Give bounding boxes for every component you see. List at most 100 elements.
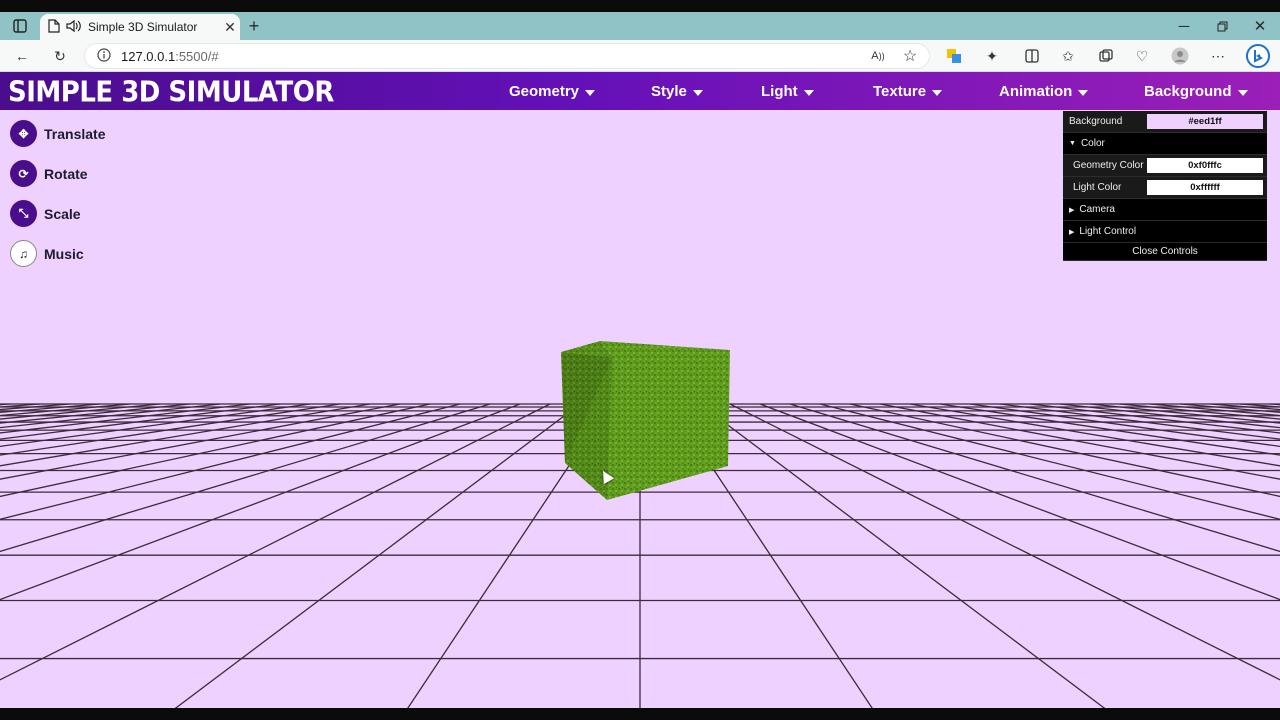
menu-label: Animation	[999, 83, 1073, 100]
music-label: Music	[44, 245, 84, 262]
triangle-down-icon: ▼	[1069, 140, 1076, 147]
grid-line	[0, 403, 521, 601]
grid-line	[0, 403, 431, 498]
music-button[interactable]: ♫ Music	[10, 240, 84, 267]
caret-down-icon	[932, 89, 943, 96]
browser-tab[interactable]: Simple 3D Simulator ✕	[40, 14, 240, 40]
light-control-folder[interactable]: ▶ Light Control	[1063, 221, 1267, 243]
grid-line	[0, 403, 281, 440]
menu-label: Light	[761, 83, 798, 100]
favorite-star-icon[interactable]: ☆	[896, 42, 924, 70]
browser-toolbar: ← ↻ 127.0.0.1:5500/# A)) ☆ ✦ ✩ ♡ ⋯	[0, 40, 1280, 72]
grid-line	[1149, 403, 1280, 417]
tab-actions-icon[interactable]	[6, 12, 34, 40]
url-path: :5500/#	[175, 48, 219, 64]
grid-line	[0, 403, 461, 521]
menu-background[interactable]: Background	[1144, 83, 1248, 100]
light-color-input[interactable]: 0xffffff	[1147, 180, 1263, 195]
color-folder[interactable]: ▼ Color	[1063, 133, 1267, 155]
grid-line	[1119, 403, 1280, 420]
geometry-color-label: Geometry Color	[1073, 160, 1144, 171]
site-info-icon[interactable]	[97, 47, 111, 65]
favorites-icon[interactable]: ✩	[1054, 42, 1082, 70]
rotate-icon: ⟳	[10, 160, 37, 187]
geometry-color-input[interactable]: 0xf0fffc	[1147, 158, 1263, 173]
copilot-icon[interactable]	[1244, 42, 1272, 70]
translate-button[interactable]: ✥ Translate	[10, 120, 105, 147]
url-host: 127.0.0.1	[121, 48, 176, 64]
refresh-icon[interactable]: ↻	[46, 42, 74, 70]
triangle-right-icon: ▶	[1069, 228, 1075, 236]
minimize-icon[interactable]: ─	[1170, 12, 1198, 40]
grid-line	[0, 403, 491, 553]
grid-line	[174, 403, 581, 708]
browser-essentials-icon[interactable]: ♡	[1128, 42, 1156, 70]
caret-down-icon	[1237, 89, 1248, 96]
caret-down-icon	[803, 89, 814, 96]
background-row: Background #eed1ff	[1063, 111, 1267, 133]
close-tab-icon[interactable]: ✕	[220, 19, 240, 36]
triangle-right-icon: ▶	[1069, 206, 1075, 214]
close-window-icon[interactable]: ✕	[1246, 12, 1274, 40]
background-input[interactable]: #eed1ff	[1147, 114, 1263, 129]
new-tab-icon[interactable]: +	[240, 12, 268, 40]
read-aloud-icon[interactable]: A))	[864, 42, 892, 70]
grid-line	[1269, 403, 1280, 406]
move-icon: ✥	[10, 120, 37, 147]
collections-icon[interactable]	[1092, 42, 1120, 70]
page-icon	[48, 18, 60, 36]
split-screen-icon[interactable]	[1018, 42, 1046, 70]
light-color-row: Light Color 0xffffff	[1063, 177, 1267, 199]
color-folder-label: Color	[1080, 138, 1105, 149]
menu-geometry[interactable]: Geometry	[509, 83, 596, 100]
extensions-icon[interactable]: ✦	[978, 42, 1006, 70]
grid-line	[729, 403, 1280, 681]
app-logo: SIMPLE 3D SIMULATOR	[8, 76, 334, 109]
browser-window: Simple 3D Simulator ✕ + ─ ✕ ← ↻ 127.0.0.…	[0, 0, 1280, 720]
menu-animation[interactable]: Animation	[999, 83, 1089, 100]
rotate-label: Rotate	[44, 165, 88, 182]
speaker-icon[interactable]	[66, 19, 82, 36]
grid-line	[0, 403, 371, 467]
menu-label: Background	[1144, 83, 1232, 100]
menu-label: Geometry	[509, 83, 580, 100]
scale-label: Scale	[44, 205, 81, 222]
menu-texture[interactable]: Texture	[873, 83, 943, 100]
grid-line	[759, 403, 1280, 601]
menu-light[interactable]: Light	[761, 83, 814, 100]
translate-icon[interactable]	[940, 42, 968, 70]
background-label: Background	[1069, 116, 1123, 127]
menu-style[interactable]: Style	[651, 83, 703, 100]
tab-title: Simple 3D Simulator	[88, 20, 198, 34]
grid-line	[0, 403, 161, 420]
grid-line	[819, 403, 1280, 521]
rotate-button[interactable]: ⟳ Rotate	[10, 160, 88, 187]
geometry-color-row: Geometry Color 0xf0fffc	[1063, 155, 1267, 177]
scale-icon: ⤡	[10, 200, 37, 227]
back-icon[interactable]: ←	[8, 42, 36, 70]
more-options-icon[interactable]: ⋯	[1204, 42, 1232, 70]
grid-line	[999, 403, 1280, 440]
scale-button[interactable]: ⤡ Scale	[10, 200, 81, 227]
grid-line	[789, 403, 1280, 553]
close-controls-button[interactable]: Close Controls	[1063, 243, 1267, 261]
controls-panel: Background #eed1ff ▼ Color Geometry Colo…	[1063, 111, 1267, 261]
camera-folder-label: Camera	[1079, 204, 1115, 215]
simulator-app: SIMPLE 3D SIMULATOR Geometry Style Light…	[0, 72, 1280, 708]
profile-avatar[interactable]	[1166, 42, 1194, 70]
grid-line	[699, 403, 1106, 708]
menu-label: Texture	[873, 83, 927, 100]
grid-line	[939, 403, 1280, 456]
address-bar[interactable]: 127.0.0.1:5500/#	[84, 43, 930, 69]
grid-line	[1179, 403, 1280, 414]
caret-down-icon	[692, 89, 703, 96]
top-navbar: SIMPLE 3D SIMULATOR Geometry Style Light…	[0, 72, 1280, 110]
grid-line	[0, 403, 131, 417]
cube[interactable]	[561, 341, 730, 500]
close-controls-label: Close Controls	[1132, 246, 1198, 257]
camera-folder[interactable]: ▶ Camera	[1063, 199, 1267, 221]
maximize-icon[interactable]	[1208, 12, 1236, 40]
grid-line	[0, 403, 341, 456]
translate-label: Translate	[44, 125, 106, 142]
caret-down-icon	[585, 89, 596, 96]
